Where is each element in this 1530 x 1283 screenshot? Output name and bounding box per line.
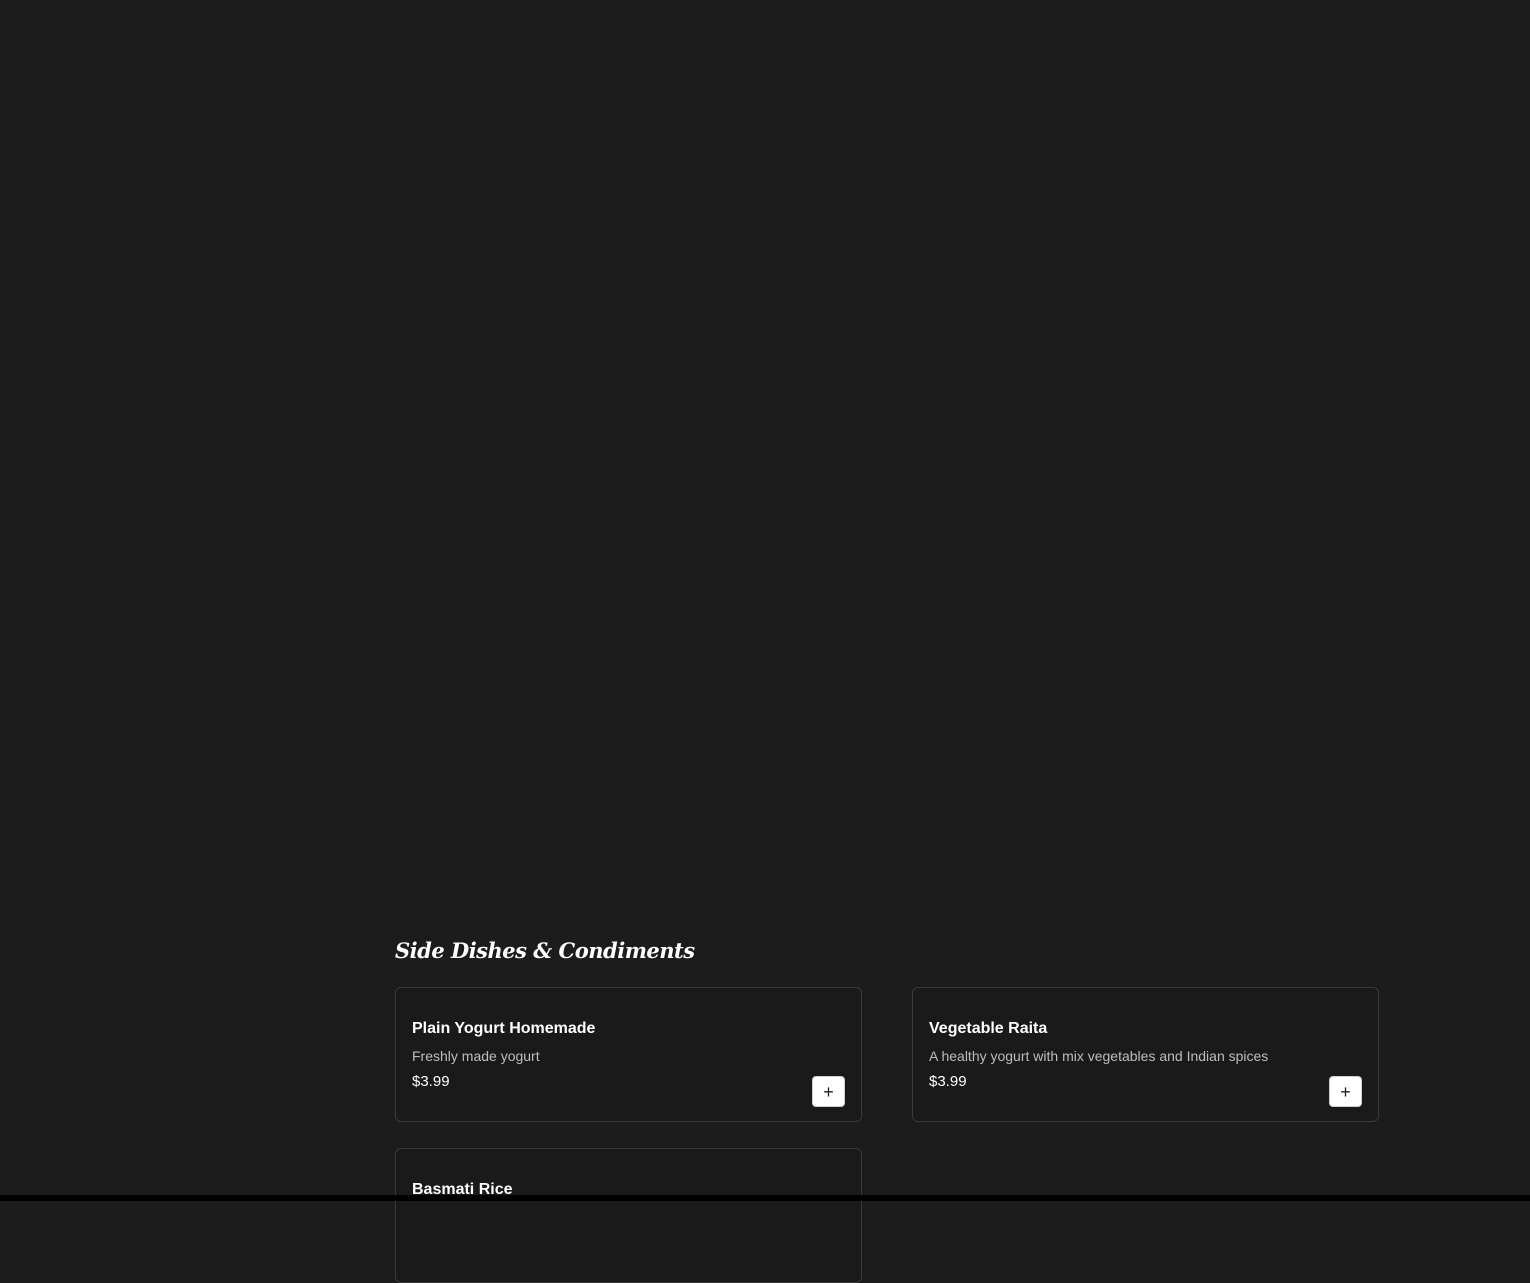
- menu-item-description: Freshly made yogurt: [412, 1048, 540, 1064]
- add-to-cart-button[interactable]: +: [812, 1076, 845, 1107]
- menu-item-name: Plain Yogurt Homemade: [412, 1020, 596, 1037]
- plus-icon: +: [1340, 1081, 1351, 1102]
- menu-item-card[interactable]: Vegetable Raita A healthy yogurt with mi…: [912, 987, 1379, 1122]
- section-title: Side Dishes & Condiments: [395, 938, 695, 963]
- plus-icon: +: [823, 1081, 834, 1102]
- menu-item-card[interactable]: Plain Yogurt Homemade Freshly made yogur…: [395, 987, 862, 1122]
- side-dishes-section: Side Dishes & Condiments Plain Yogurt Ho…: [395, 930, 1381, 1283]
- menu-item-price: $3.99: [929, 1073, 967, 1090]
- menu-item-name: Vegetable Raita: [929, 1020, 1048, 1037]
- add-to-cart-button[interactable]: +: [1329, 1076, 1362, 1107]
- menu-item-description: A healthy yogurt with mix vegetables and…: [929, 1048, 1269, 1064]
- menu-item-price: $3.99: [412, 1073, 450, 1090]
- page-bottom-edge: [0, 1195, 1530, 1201]
- menu-item-card[interactable]: Basmati Rice: [395, 1148, 862, 1283]
